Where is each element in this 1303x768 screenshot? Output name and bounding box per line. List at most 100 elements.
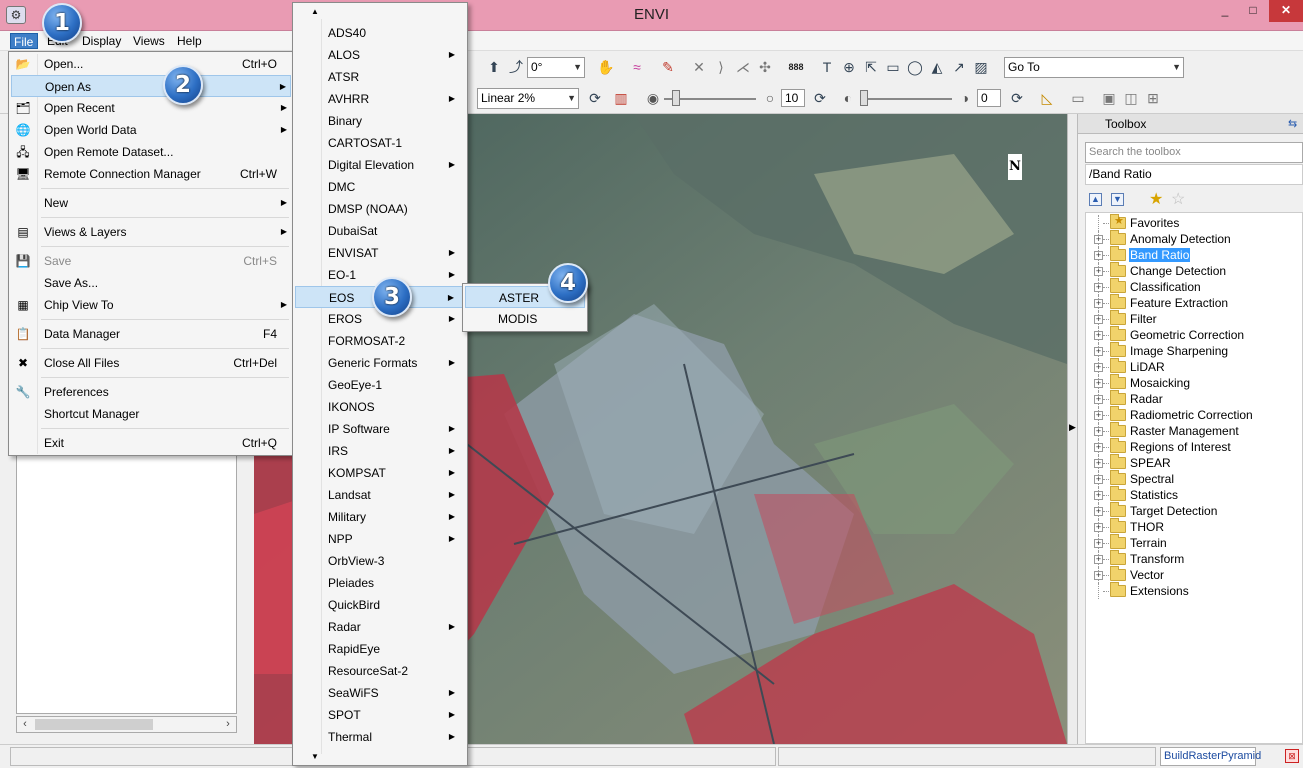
file-menu-item-chip-view-to[interactable]: ▦ Chip View To ▶: [11, 294, 291, 316]
file-menu-item-open-as[interactable]: Open As ▶: [11, 75, 291, 97]
envi-app-icon[interactable]: ⚙: [6, 6, 26, 24]
open-as-item-rapideye[interactable]: RapidEye: [295, 638, 465, 660]
crosshair-icon[interactable]: ⊕: [839, 57, 859, 77]
goto-combo[interactable]: Go To ▼: [1004, 57, 1184, 78]
open-as-item-ikonos[interactable]: IKONOS: [295, 396, 465, 418]
file-menu-item-save[interactable]: 💾 Save Ctrl+S: [11, 250, 291, 272]
overview-icon[interactable]: ▭: [1068, 88, 1088, 108]
open-as-item-quickbird[interactable]: QuickBird: [295, 594, 465, 616]
file-menu-item-open-world-data[interactable]: 🌐 Open World Data ▶: [11, 119, 291, 141]
open-as-item-generic-formats[interactable]: Generic Formats ▶: [295, 352, 465, 374]
toolbox-tree-item-filter[interactable]: + Filter: [1086, 310, 1302, 327]
transparency-value[interactable]: 0: [977, 89, 1001, 107]
toolbox-tree-item-anomaly-detection[interactable]: + Anomaly Detection: [1086, 230, 1302, 247]
process-status[interactable]: BuildRasterPyramid: [1160, 747, 1261, 766]
color-table-icon[interactable]: ▥: [611, 88, 631, 108]
toolbox-tree-item-lidar[interactable]: + LiDAR: [1086, 358, 1302, 375]
toolbox-tree-item-target-detection[interactable]: + Target Detection: [1086, 502, 1302, 519]
panel-splitter[interactable]: ▶: [1067, 114, 1078, 744]
brightness-slider-handle[interactable]: [672, 90, 680, 106]
collapse-up-icon[interactable]: ▲: [1089, 193, 1102, 206]
refresh-transparency-icon[interactable]: ⟳: [1007, 88, 1027, 108]
toolbox-tree-item-raster-management[interactable]: + Raster Management: [1086, 422, 1302, 439]
expand-icon[interactable]: +: [1094, 411, 1103, 420]
file-menu-item-close-all-files[interactable]: ✖ Close All Files Ctrl+Del: [11, 352, 291, 374]
expand-icon[interactable]: +: [1094, 507, 1103, 516]
open-as-item-alos[interactable]: ALOS ▶: [295, 44, 465, 66]
expand-icon[interactable]: +: [1094, 475, 1103, 484]
toolbox-tree-item-extensions[interactable]: Extensions: [1086, 582, 1302, 599]
process-manager-icon[interactable]: ⊠: [1285, 749, 1299, 763]
expand-icon[interactable]: +: [1094, 571, 1103, 580]
menu-views[interactable]: Views: [130, 33, 168, 49]
expand-icon[interactable]: +: [1094, 427, 1103, 436]
expand-icon[interactable]: +: [1094, 299, 1103, 308]
toolbox-tree-item-thor[interactable]: + THOR: [1086, 518, 1302, 535]
expand-icon[interactable]: +: [1094, 315, 1103, 324]
minimize-button[interactable]: _: [1212, 0, 1238, 22]
layout-two-icon[interactable]: ◫: [1121, 88, 1141, 108]
stretch-combo[interactable]: Linear 2% ▼: [477, 88, 579, 109]
vector-join-icon[interactable]: ⋌: [733, 57, 753, 77]
open-as-item-seawifs[interactable]: SeaWiFS ▶: [295, 682, 465, 704]
file-menu-item-remote-connection-manager[interactable]: 🖥 Remote Connection Manager Ctrl+W: [11, 163, 291, 185]
measure-icon[interactable]: ◺: [1037, 88, 1057, 108]
transparency-slider-handle[interactable]: [860, 90, 868, 106]
open-as-item-envisat[interactable]: ENVISAT ▶: [295, 242, 465, 264]
text-annotation-icon[interactable]: T: [817, 57, 837, 77]
vector-split-icon[interactable]: ✣: [755, 57, 775, 77]
expand-icon[interactable]: +: [1094, 267, 1103, 276]
open-as-item-cartosat-1[interactable]: CARTOSAT-1: [295, 132, 465, 154]
file-menu-item-views-layers[interactable]: ▤ Views & Layers ▶: [11, 221, 291, 243]
toolbox-tree-item-change-detection[interactable]: + Change Detection: [1086, 262, 1302, 279]
file-menu-item-new[interactable]: New ▶: [11, 192, 291, 214]
rotation-combo[interactable]: 0° ▼: [527, 57, 585, 78]
vector-edit-icon[interactable]: ⟩: [711, 57, 731, 77]
open-as-item-radar[interactable]: Radar ▶: [295, 616, 465, 638]
expand-icon[interactable]: +: [1094, 523, 1103, 532]
open-as-item-kompsat[interactable]: KOMPSAT ▶: [295, 462, 465, 484]
menu-file[interactable]: File: [10, 33, 38, 49]
expand-icon[interactable]: +: [1094, 459, 1103, 468]
open-as-item-pleiades[interactable]: Pleiades: [295, 572, 465, 594]
open-as-item-ip-software[interactable]: IP Software ▶: [295, 418, 465, 440]
rectangle-annotation-icon[interactable]: ▭: [883, 57, 903, 77]
file-menu-item-open-remote-dataset[interactable]: 🖧 Open Remote Dataset...: [11, 141, 291, 163]
expand-icon[interactable]: +: [1094, 395, 1103, 404]
open-as-item-irs[interactable]: IRS ▶: [295, 440, 465, 462]
scroll-down-icon[interactable]: ▼: [311, 752, 319, 761]
file-menu-item-exit[interactable]: Exit Ctrl+Q: [11, 432, 291, 454]
layout-four-icon[interactable]: ⊞: [1143, 88, 1163, 108]
toolbox-tree-item-favorites[interactable]: ★ Favorites: [1086, 214, 1302, 231]
toolbox-tree-item-terrain[interactable]: + Terrain: [1086, 534, 1302, 551]
scroll-up-icon[interactable]: ▲: [311, 7, 319, 16]
layer-manager-hscrollbar[interactable]: ‹ ›: [16, 716, 237, 733]
rotate-up-icon[interactable]: ⬆: [484, 57, 504, 77]
scroll-right-icon[interactable]: ›: [221, 717, 235, 732]
refresh-stretch-icon[interactable]: ⟳: [585, 88, 605, 108]
expand-icon[interactable]: +: [1094, 347, 1103, 356]
ellipse-annotation-icon[interactable]: ◯: [905, 57, 925, 77]
open-as-item-formosat-2[interactable]: FORMOSAT-2: [295, 330, 465, 352]
expand-icon[interactable]: +: [1094, 379, 1103, 388]
file-menu-item-open-recent[interactable]: 🗂 Open Recent ▶: [11, 97, 291, 119]
open-as-item-thermal[interactable]: Thermal ▶: [295, 726, 465, 748]
layout-single-icon[interactable]: ▣: [1099, 88, 1119, 108]
roi-icon[interactable]: ✎: [658, 57, 678, 77]
eos-item-modis[interactable]: MODIS: [465, 308, 585, 330]
picture-annotation-icon[interactable]: ▨: [971, 57, 991, 77]
toolbox-tree-item-spectral[interactable]: + Spectral: [1086, 470, 1302, 487]
open-as-item-military[interactable]: Military ▶: [295, 506, 465, 528]
open-as-item-npp[interactable]: NPP ▶: [295, 528, 465, 550]
file-menu-item-data-manager[interactable]: 📋 Data Manager F4: [11, 323, 291, 345]
open-as-item-resourcesat-2[interactable]: ResourceSat-2: [295, 660, 465, 682]
toolbox-tree-item-feature-extraction[interactable]: + Feature Extraction: [1086, 294, 1302, 311]
scroll-thumb[interactable]: [35, 719, 153, 730]
pin-icon[interactable]: ⇆: [1288, 117, 1297, 130]
open-as-item-orbview-3[interactable]: OrbView-3: [295, 550, 465, 572]
open-as-item-avhrr[interactable]: AVHRR ▶: [295, 88, 465, 110]
open-as-item-binary[interactable]: Binary: [295, 110, 465, 132]
expand-icon[interactable]: +: [1094, 331, 1103, 340]
expand-icon[interactable]: +: [1094, 491, 1103, 500]
refresh-brightness-icon[interactable]: ⟳: [810, 88, 830, 108]
